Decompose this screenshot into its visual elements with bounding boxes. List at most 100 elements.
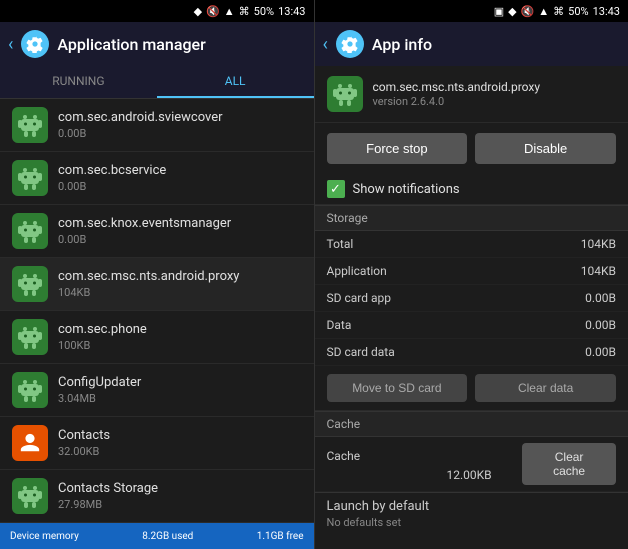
launch-subtitle: No defaults set [327,516,617,529]
signal-icon: ▲ [224,5,235,18]
tab-running[interactable]: RUNNING [0,66,157,98]
wifi-icon: ⌘ [239,5,250,18]
notifications-label: Show notifications [353,182,460,197]
list-item[interactable]: ConfigUpdater 3.04MB [0,364,314,417]
total-value: 104KB [581,237,616,251]
package-name: com.sec.msc.nts.android.proxy [373,80,541,96]
storage-buttons: Move to SD card Clear data [315,366,628,411]
app-details: com.sec.phone 100KB [58,322,302,352]
app-details: Contacts 32.00KB [58,428,302,458]
storage-used: 8.2GB used [142,531,193,542]
left-panel: ◆ 🔇 ▲ ⌘ 50% 13:43 ‹ Application manager … [0,0,314,549]
storage-sdcard-app-row: SD card app 0.00B [315,285,628,312]
sdcard-app-value: 0.00B [585,291,616,305]
app-icon [12,425,48,461]
tabs-bar: RUNNING ALL [0,66,314,99]
storage-app-row: Application 104KB [315,258,628,285]
list-item[interactable]: Contacts Storage 27.98MB [0,470,314,523]
app-list: com.sec.android.sviewcover 0.00B [0,99,314,523]
cache-info: Cache 12.00KB [327,445,523,483]
bluetooth-icon-r: ◆ [508,5,516,18]
action-buttons: Force stop Disable [315,123,628,174]
app-icon [12,266,48,302]
app-info-title: App info [372,35,432,54]
sdcard-data-label: SD card data [327,345,395,359]
launch-title: Launch by default [327,499,617,514]
notifications-checkbox[interactable]: ✓ [327,180,345,198]
app-icon [12,478,48,514]
app-info-header: com.sec.msc.nts.android.proxy version 2.… [315,66,628,123]
move-to-sd-button[interactable]: Move to SD card [327,374,468,402]
right-app-bar: ‹ App info [315,22,628,66]
cache-row: Cache 12.00KB Clear cache [315,437,628,492]
storage-sdcard-data-row: SD card data 0.00B [315,339,628,366]
cache-value: 12.00KB [447,468,492,482]
app-manager-title: Application manager [57,35,205,54]
battery-right: 50% [568,5,588,18]
total-label: Total [327,237,354,251]
sdcard-data-value: 0.00B [585,345,616,359]
bluetooth-icon: ◆ [194,5,202,18]
app-label: Application [327,264,387,278]
wifi-icon-r: ⌘ [553,5,564,18]
app-info-icon [336,30,364,58]
back-button-right[interactable]: ‹ [323,34,328,55]
app-icon [12,319,48,355]
time-left: 13:43 [278,5,305,18]
contacts-icon [12,425,48,461]
clear-data-button[interactable]: Clear data [475,374,616,402]
list-item[interactable]: com.sec.msc.nts.android.proxy 104KB [0,258,314,311]
back-button[interactable]: ‹ [8,34,13,55]
app-size: 104KB [58,286,302,299]
time-right: 13:43 [593,5,620,18]
app-name-version: com.sec.msc.nts.android.proxy version 2.… [373,80,541,109]
app-name: Contacts [58,428,302,443]
storage-data-row: Data 0.00B [315,312,628,339]
device-memory-label: Device memory [10,531,79,542]
list-item[interactable]: com.sec.knox.eventsmanager 0.00B [0,205,314,258]
show-notifications-row[interactable]: ✓ Show notifications [315,174,628,205]
app-size: 0.00B [58,180,302,193]
app-size: 0.00B [58,233,302,246]
list-item[interactable]: com.sec.phone 100KB [0,311,314,364]
app-size: 32.00KB [58,445,302,458]
mute-icon-r: 🔇 [521,5,535,18]
list-item[interactable]: Contacts 32.00KB [0,417,314,470]
screenshot-icon: ▣ [494,5,504,18]
data-label: Data [327,318,352,332]
app-icon [12,107,48,143]
app-details: com.sec.knox.eventsmanager 0.00B [58,216,302,246]
storage-section-header: Storage [315,205,628,231]
app-details: com.sec.msc.nts.android.proxy 104KB [58,269,302,299]
app-name: com.sec.android.sviewcover [58,110,302,125]
right-panel: ▣ ◆ 🔇 ▲ ⌘ 50% 13:43 ‹ App info [315,0,628,549]
app-size: 3.04MB [58,392,302,405]
app-size: 100KB [58,339,302,352]
app-details: com.sec.android.sviewcover 0.00B [58,110,302,140]
status-bar-right: ▣ ◆ 🔇 ▲ ⌘ 50% 13:43 [315,0,628,22]
list-item[interactable]: com.sec.android.sviewcover 0.00B [0,99,314,152]
app-value: 104KB [581,264,616,278]
cache-section-header: Cache [315,411,628,437]
data-value: 0.00B [585,318,616,332]
disable-button[interactable]: Disable [475,133,616,164]
signal-icon-r: ▲ [538,5,549,18]
cache-label: Cache [327,449,361,463]
app-name: com.sec.phone [58,322,302,337]
sdcard-app-label: SD card app [327,291,392,305]
app-name: ConfigUpdater [58,375,302,390]
tab-all[interactable]: ALL [157,66,314,98]
launch-by-default-section: Launch by default No defaults set [315,492,628,535]
app-info-app-icon [327,76,363,112]
left-app-bar: ‹ Application manager [0,22,314,66]
app-details: Contacts Storage 27.98MB [58,481,302,511]
storage-total-row: Total 104KB [315,231,628,258]
app-icon [12,213,48,249]
app-size: 27.98MB [58,498,302,511]
force-stop-button[interactable]: Force stop [327,133,468,164]
app-name: com.sec.bcservice [58,163,302,178]
clear-cache-button[interactable]: Clear cache [522,443,616,485]
app-name: com.sec.msc.nts.android.proxy [58,269,302,284]
list-item[interactable]: com.sec.bcservice 0.00B [0,152,314,205]
app-name: com.sec.knox.eventsmanager [58,216,302,231]
